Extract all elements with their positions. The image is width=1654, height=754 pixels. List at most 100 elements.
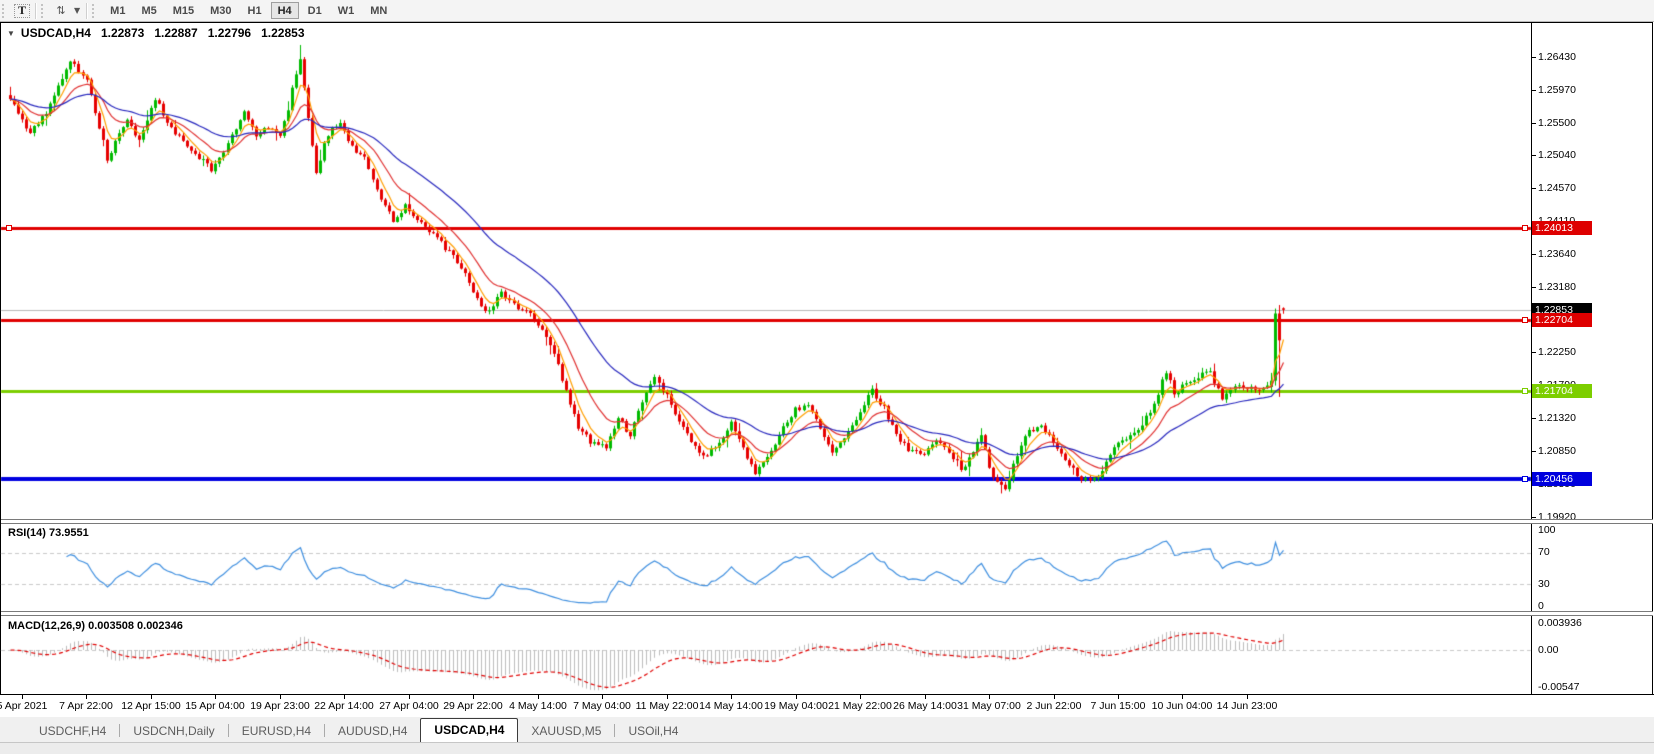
timeframe-w1-button[interactable]: W1 <box>331 2 362 19</box>
price-tick-mark <box>1532 90 1536 91</box>
timeframe-m1-button[interactable]: M1 <box>103 2 132 19</box>
sort-arrows-icon: ⇅ <box>56 4 65 17</box>
toolbar: T ⇅ ▼ M1 M5 M15 M30 H1 H4 D1 W1 MN <box>0 0 1654 22</box>
date-tick-label: 19 May 04:00 <box>764 700 828 712</box>
date-tick-label: 4 May 14:00 <box>509 700 567 712</box>
date-tick-label: 11 May 22:00 <box>636 700 699 712</box>
timeframe-m30-button[interactable]: M30 <box>203 2 238 19</box>
level-badge-1-20456: 1.20456 <box>1532 472 1592 486</box>
tab-audusd-h4[interactable]: AUDUSD,H4 <box>325 721 420 742</box>
axis-separator-vertical <box>1531 22 1532 694</box>
low-value: 1.22796 <box>208 26 251 40</box>
collapse-arrow-icon[interactable]: ▼ <box>7 29 15 38</box>
rsi-pane-splitter[interactable] <box>1 519 1653 524</box>
date-tick-label: 2 Jun 22:00 <box>1027 700 1082 712</box>
price-tick-label: 1.25970 <box>1538 84 1576 96</box>
toolbar-separator <box>35 3 36 19</box>
timeframe-m5-button[interactable]: M5 <box>134 2 163 19</box>
trendline-handle[interactable] <box>1522 388 1528 394</box>
trendline-handle[interactable] <box>1522 317 1528 323</box>
timeframe-h1-button[interactable]: H1 <box>241 2 269 19</box>
tile-windows-button[interactable]: ⇅ <box>51 2 71 20</box>
open-value: 1.22873 <box>101 26 144 40</box>
trendline-handle[interactable] <box>6 225 12 231</box>
date-tick-label: 10 Jun 04:00 <box>1152 700 1213 712</box>
timeframe-h4-button[interactable]: H4 <box>271 2 299 19</box>
toolbar-grip[interactable] <box>41 4 48 18</box>
timeframe-m15-button[interactable]: M15 <box>166 2 201 19</box>
price-axis[interactable]: 1.264301.259701.255001.250401.245701.241… <box>1532 22 1653 694</box>
date-tick-mark <box>989 695 990 699</box>
date-tick-label: 7 Jun 15:00 <box>1091 700 1146 712</box>
date-tick-mark <box>22 695 23 699</box>
date-tick-label: 26 May 14:00 <box>893 700 957 712</box>
date-axis[interactable]: 5 Apr 20217 Apr 22:0012 Apr 15:0015 Apr … <box>0 695 1654 716</box>
price-tick-label: 1.23180 <box>1538 281 1576 293</box>
date-tick-label: 31 May 07:00 <box>957 700 1021 712</box>
price-tick-mark <box>1532 451 1536 452</box>
status-strip <box>0 742 1654 754</box>
date-tick-mark <box>86 695 87 699</box>
date-tick-mark <box>1118 695 1119 699</box>
date-tick-label: 5 Apr 2021 <box>0 700 47 712</box>
date-tick-label: 29 Apr 22:00 <box>443 700 503 712</box>
trendline-handle[interactable] <box>1522 225 1528 231</box>
tab-usdcnh-daily[interactable]: USDCNH,Daily <box>120 721 227 742</box>
level-badge-1-21704: 1.21704 <box>1532 384 1592 398</box>
tab-usdcad-h4[interactable]: USDCAD,H4 <box>420 718 518 742</box>
tab-usdchf-h4[interactable]: USDCHF,H4 <box>26 721 119 742</box>
date-tick-mark <box>731 695 732 699</box>
chart-title: ▼ USDCAD,H4 1.22873 1.22887 1.22796 1.22… <box>7 26 305 40</box>
price-tick-label: 1.25500 <box>1538 117 1576 129</box>
timeframe-d1-button[interactable]: D1 <box>301 2 329 19</box>
date-tick-label: 7 Apr 22:00 <box>59 700 113 712</box>
price-tick-mark <box>1532 57 1536 58</box>
date-tick-mark <box>538 695 539 699</box>
high-value: 1.22887 <box>154 26 197 40</box>
date-tick-mark <box>860 695 861 699</box>
date-tick-mark <box>602 695 603 699</box>
date-tick-mark <box>1247 695 1248 699</box>
date-axis-separator <box>0 694 1654 695</box>
timeframe-mn-button[interactable]: MN <box>363 2 394 19</box>
trendline-handle[interactable] <box>1522 476 1528 482</box>
price-tick-label: 1.22250 <box>1538 346 1576 358</box>
toolbar-dropdown-caret[interactable]: ▼ <box>71 2 83 20</box>
price-tick-mark <box>1532 287 1536 288</box>
date-tick-label: 22 Apr 14:00 <box>314 700 374 712</box>
price-tick-mark <box>1532 418 1536 419</box>
toolbar-grip[interactable] <box>2 4 9 18</box>
terminal-window: T ⇅ ▼ M1 M5 M15 M30 H1 H4 D1 W1 MN ▼ USD… <box>0 0 1654 754</box>
rsi-label: RSI(14) 73.9551 <box>8 527 89 539</box>
tab-eurusd-h4[interactable]: EURUSD,H4 <box>229 721 324 742</box>
price-tick-mark <box>1532 517 1536 518</box>
date-tick-mark <box>796 695 797 699</box>
date-tick-mark <box>473 695 474 699</box>
date-tick-label: 27 Apr 04:00 <box>379 700 439 712</box>
chart-canvas[interactable] <box>0 0 1654 754</box>
price-tick-label: 1.25040 <box>1538 149 1576 161</box>
toolbar-grip[interactable] <box>92 4 99 18</box>
price-tick-label: 1.26430 <box>1538 51 1576 63</box>
date-tick-label: 21 May 22:00 <box>828 700 892 712</box>
level-badge-1-24013: 1.24013 <box>1532 221 1592 235</box>
date-tick-label: 14 Jun 23:00 <box>1217 700 1278 712</box>
date-tick-label: 12 Apr 15:00 <box>121 700 181 712</box>
text-tool-button[interactable]: T <box>12 2 32 20</box>
date-tick-mark <box>409 695 410 699</box>
close-value: 1.22853 <box>261 26 304 40</box>
macd-label: MACD(12,26,9) 0.003508 0.002346 <box>8 620 183 632</box>
date-tick-mark <box>151 695 152 699</box>
date-tick-mark <box>667 695 668 699</box>
price-tick-label: 1.23640 <box>1538 248 1576 260</box>
price-tick-label: 1.24570 <box>1538 182 1576 194</box>
tab-usoil-h4[interactable]: USOil,H4 <box>615 721 691 742</box>
date-tick-label: 14 May 14:00 <box>699 700 763 712</box>
tab-xauusd-m5[interactable]: XAUUSD,M5 <box>518 721 614 742</box>
toolbar-separator <box>86 3 87 19</box>
price-tick-mark <box>1532 188 1536 189</box>
date-tick-mark <box>280 695 281 699</box>
macd-pane-splitter[interactable] <box>1 611 1653 616</box>
price-tick-mark <box>1532 352 1536 353</box>
price-tick-label: 1.20850 <box>1538 445 1576 457</box>
